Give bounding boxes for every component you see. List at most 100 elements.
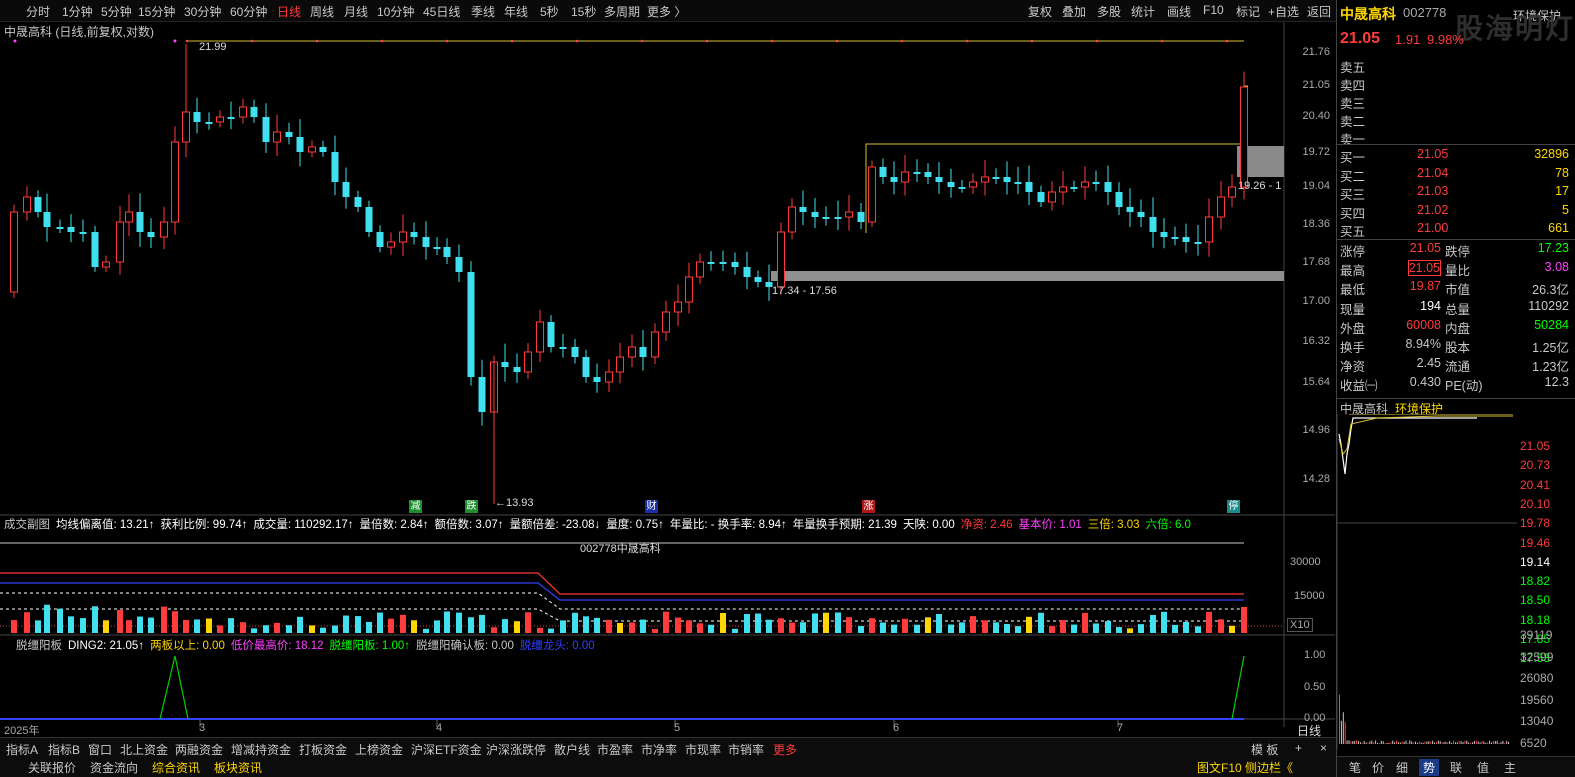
period-5[interactable]: 60分钟 xyxy=(230,3,267,20)
intraday-volume-bar xyxy=(1481,741,1483,744)
toolbar-right-7[interactable]: +自选 xyxy=(1268,3,1299,20)
indicator-tab[interactable]: 打板资金 xyxy=(299,741,347,758)
volume-bar xyxy=(502,619,508,633)
period-16[interactable]: 更多 〉 xyxy=(647,3,686,20)
quote-tab[interactable]: 势 xyxy=(1419,759,1440,776)
event-marker[interactable]: 跌 xyxy=(465,500,478,513)
volume-bar xyxy=(456,612,462,633)
indicator-tab[interactable]: 散户线 xyxy=(554,741,590,758)
period-0[interactable]: 分时 xyxy=(26,3,50,20)
volume-bar xyxy=(606,619,612,633)
period-9[interactable]: 10分钟 xyxy=(377,3,414,20)
toolbar-right-1[interactable]: 叠加 xyxy=(1062,3,1086,20)
buy-row[interactable]: 买四 21.02 5 xyxy=(1337,203,1569,221)
quote-tab[interactable]: 主 xyxy=(1500,759,1520,776)
intraday-volume-bar xyxy=(1361,742,1363,744)
toolbar-right-0[interactable]: 复权 xyxy=(1028,3,1052,20)
period-6[interactable]: 日线 xyxy=(277,3,301,20)
indicator-tab[interactable]: 沪深ETF资金 xyxy=(411,741,482,758)
period-1[interactable]: 1分钟 xyxy=(62,3,93,20)
sell-row: 卖四 xyxy=(1337,75,1569,93)
buy-row[interactable]: 买三 21.03 17 xyxy=(1337,184,1569,202)
indicator-value: 额倍数: 3.07↑ xyxy=(434,519,504,531)
side-panel-toggle[interactable]: 图文F10 侧边栏《 xyxy=(1197,759,1293,776)
period-7[interactable]: 周线 xyxy=(310,3,334,20)
period-10[interactable]: 45日线 xyxy=(423,3,460,20)
indicator-tab[interactable]: 沪深涨跌停 xyxy=(486,741,546,758)
period-4[interactable]: 30分钟 xyxy=(184,3,221,20)
event-marker[interactable]: 停 xyxy=(1227,500,1240,513)
event-marker[interactable]: 涨 xyxy=(862,500,875,513)
period-14[interactable]: 15秒 xyxy=(571,3,596,20)
indicator-tab[interactable]: 指标B xyxy=(48,741,80,758)
toolbar-right-4[interactable]: 画线 xyxy=(1167,3,1191,20)
buy-label: 买一 xyxy=(1340,151,1366,165)
intraday-volume-bar xyxy=(1489,740,1491,744)
toolbar-right-6[interactable]: 标记 xyxy=(1236,3,1260,20)
toolbar-right-3[interactable]: 统计 xyxy=(1131,3,1155,20)
intraday-chart[interactable] xyxy=(1337,414,1517,749)
indicator-tab[interactable]: 市现率 xyxy=(685,741,721,758)
candle xyxy=(901,171,909,183)
intraday-volume-bar xyxy=(1413,742,1415,744)
toolbar-right-2[interactable]: 多股 xyxy=(1097,3,1121,20)
template-control[interactable]: × xyxy=(1320,741,1327,755)
indicator-subtitle: 002778中晟高科 xyxy=(580,543,661,555)
intraday-volume-bar xyxy=(1352,741,1354,744)
info-tab[interactable]: 关联报价 xyxy=(28,759,76,776)
period-12[interactable]: 年线 xyxy=(504,3,528,20)
period-13[interactable]: 5秒 xyxy=(540,3,559,20)
volume-bar xyxy=(320,627,326,633)
volume-bar xyxy=(766,619,772,633)
indicator-tab[interactable]: 市净率 xyxy=(641,741,677,758)
indicator-tab[interactable]: 市销率 xyxy=(728,741,764,758)
kline-chart[interactable]: 中晟高科 (日线,前复权,对数) 21.76 21.05 20.40 19.72 19.… xyxy=(0,22,1335,738)
indicator-tab[interactable]: 窗口 xyxy=(88,741,112,758)
candle xyxy=(376,232,384,247)
candle xyxy=(43,212,51,227)
date-tick: 6 xyxy=(893,722,900,734)
toolbar-right-8[interactable]: 返回 xyxy=(1307,3,1331,20)
period-8[interactable]: 月线 xyxy=(344,3,368,20)
event-marker[interactable]: 财 xyxy=(645,500,658,513)
candle xyxy=(467,272,475,377)
volume-bar xyxy=(57,608,63,633)
quote-tab[interactable]: 值 xyxy=(1473,759,1493,776)
buy-row[interactable]: 买五 21.00 661 xyxy=(1337,221,1569,239)
info-tab[interactable]: 资金流向 xyxy=(90,759,138,776)
period-2[interactable]: 5分钟 xyxy=(101,3,132,20)
indicator-tab[interactable]: 增减持资金 xyxy=(231,741,291,758)
quote-tab[interactable]: 笔 xyxy=(1345,759,1365,776)
volume-bar xyxy=(1218,619,1224,633)
indicator-tab[interactable]: 上榜资金 xyxy=(355,741,403,758)
indicator-tab[interactable]: 更多 xyxy=(773,741,797,758)
template-control[interactable]: 模 板 xyxy=(1251,741,1278,758)
intraday-volume-bar xyxy=(1475,740,1477,744)
template-control[interactable]: + xyxy=(1295,741,1302,755)
stat-key: 净资 xyxy=(1340,360,1366,375)
quote-tab[interactable]: 价 xyxy=(1368,759,1388,776)
indicator-tab[interactable]: 市盈率 xyxy=(597,741,633,758)
buy-row[interactable]: 买一 21.05 32896 xyxy=(1337,147,1569,165)
toolbar-right-5[interactable]: F10 xyxy=(1203,3,1224,17)
buy-row[interactable]: 买二 21.04 78 xyxy=(1337,166,1569,184)
intraday-vol-tick: 13040 xyxy=(1520,714,1554,728)
event-marker[interactable]: 减 xyxy=(409,500,422,513)
intraday-volume-bar xyxy=(1409,740,1411,744)
quote-tab[interactable]: 细 xyxy=(1392,759,1412,776)
candle xyxy=(707,262,715,264)
volume-bar xyxy=(1093,623,1099,633)
info-tab[interactable]: 板块资讯 xyxy=(214,759,262,776)
quote-tab[interactable]: 联 xyxy=(1446,759,1466,776)
indicator-tab[interactable]: 两融资金 xyxy=(175,741,223,758)
period-15[interactable]: 多周期 xyxy=(604,3,640,20)
kline-svg[interactable] xyxy=(0,22,1335,727)
intraday-volume-bar xyxy=(1418,741,1420,744)
indicator-tab[interactable]: 指标A xyxy=(6,741,38,758)
indicator-tab[interactable]: 北上资金 xyxy=(120,741,168,758)
info-tab[interactable]: 综合资讯 xyxy=(152,759,200,776)
period-11[interactable]: 季线 xyxy=(471,3,495,20)
period-3[interactable]: 15分钟 xyxy=(138,3,175,20)
vol-axis-mid: 15000 xyxy=(1294,590,1325,602)
intraday-volume-bar xyxy=(1498,742,1500,744)
